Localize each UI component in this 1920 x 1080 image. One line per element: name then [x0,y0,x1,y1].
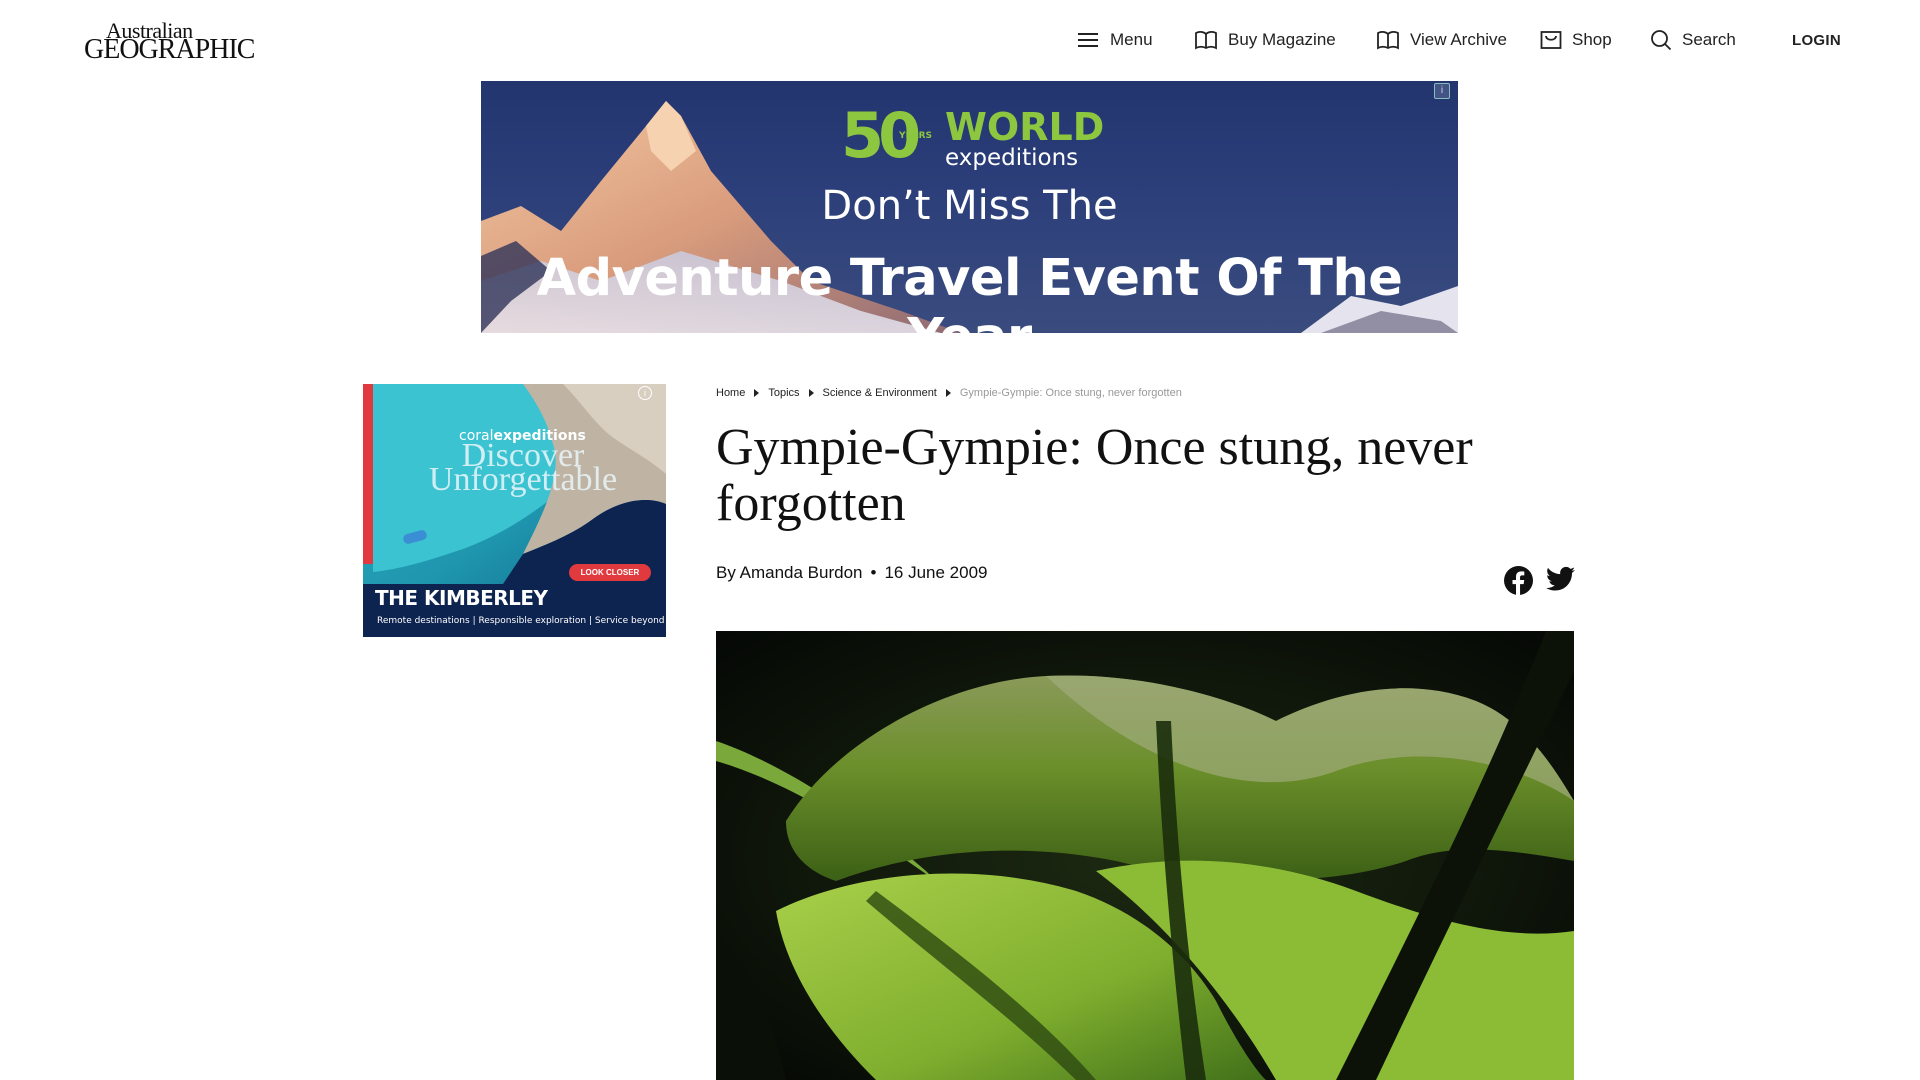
search-icon [1651,30,1672,51]
search-button[interactable]: Search [1650,24,1736,56]
view-archive-label: View Archive [1410,30,1508,49]
breadcrumb-science-environment[interactable]: Science & Environment [823,387,937,399]
article-byline: By Amanda Burdon • 16 June 2009 [716,563,987,583]
look-closer-button[interactable]: LOOK CLOSER [569,564,651,581]
top-banner-ad[interactable]: i 50 YEARS WORLD expeditions Don’t Miss … [481,81,1458,333]
ad-destination: THE KIMBERLEY [375,586,548,610]
social-share [1504,566,1575,600]
facebook-share-button[interactable] [1504,566,1533,600]
shop-link[interactable]: Shop [1540,24,1612,56]
article-hero-image [716,631,1574,1080]
search-label: Search [1682,30,1736,49]
logo-line-geographic: GEOGRAPHIC [84,34,255,65]
menu-button[interactable]: Menu [1078,24,1153,56]
ad-subheadline: Adventure Travel Event Of The Year [536,249,1403,333]
twitter-icon [1546,566,1575,591]
ad-features: Remote destinations | Responsible explor… [377,616,666,626]
logo-expeditions: expeditions [945,145,1079,171]
side-ad[interactable]: i coralexpeditions Discover Unforgettabl… [363,384,666,637]
breadcrumb-separator-icon [945,389,951,397]
world-expeditions-logo: 50 YEARS WORLD expeditions [841,99,1105,172]
hamburger-icon [1078,33,1098,47]
site-header: Australian GEOGRAPHIC Menu Buy Magazine … [0,0,1920,80]
breadcrumb-separator-icon [754,389,760,397]
stinging-leaf-image [716,631,1574,1080]
breadcrumb-separator-icon [808,389,814,397]
open-book-icon [1195,31,1217,50]
breadcrumb-current: Gympie-Gympie: Once stung, never forgott… [959,387,1182,399]
ad-info-icon[interactable]: i [638,386,652,400]
article-title: Gympie-Gympie: Once stung, never forgott… [716,419,1473,532]
breadcrumb: Home Topics Science & Environment Gympie… [716,387,1182,399]
shop-label: Shop [1572,30,1612,49]
open-book-icon [1377,31,1399,50]
article-date: 16 June 2009 [884,563,988,582]
logo-world: WORLD [945,105,1105,149]
view-archive-link[interactable]: View Archive [1376,24,1507,56]
menu-label: Menu [1110,30,1153,49]
breadcrumb-home[interactable]: Home [716,387,745,399]
site-logo[interactable]: Australian GEOGRAPHIC [84,14,255,65]
ad-info-icon[interactable]: i [1434,83,1450,99]
author-link[interactable]: By Amanda Burdon [716,563,862,582]
facebook-icon [1504,566,1533,595]
breadcrumb-topics[interactable]: Topics [768,387,799,399]
logo-years: YEARS [899,131,933,141]
buy-magazine-label: Buy Magazine [1228,30,1336,49]
shopping-bag-icon [1540,31,1562,49]
byline-separator: • [870,563,877,582]
buy-magazine-link[interactable]: Buy Magazine [1194,24,1336,56]
login-button[interactable]: LOGIN [1792,24,1841,56]
twitter-share-button[interactable] [1546,566,1575,600]
ad-headline: Don’t Miss The [821,183,1118,229]
ad-tagline: Discover Unforgettable [428,437,618,498]
